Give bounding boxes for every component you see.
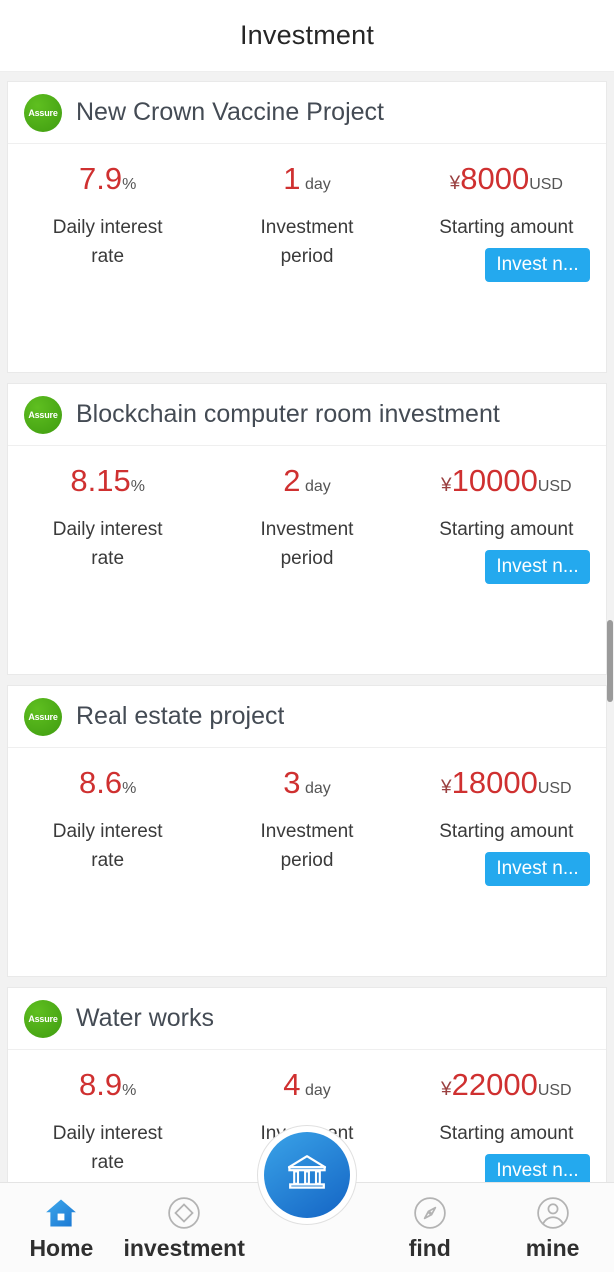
stat-period: 3 day Investment period	[207, 766, 406, 875]
invest-now-button[interactable]: Invest n...	[485, 248, 590, 282]
invest-now-button[interactable]: Invest n...	[485, 550, 590, 584]
stat-daily-rate: 8.6% Daily interest rate	[8, 766, 207, 875]
assure-badge-icon: Assure	[24, 94, 62, 132]
amount-label: Starting amount	[407, 818, 606, 847]
currency-code: USD	[538, 1082, 572, 1099]
project-card-header: Assure New Crown Vaccine Project	[8, 82, 606, 144]
stat-daily-rate: 8.9% Daily interest rate	[8, 1068, 207, 1177]
project-card-body: 8.6% Daily interest rate 3 day Investmen…	[8, 748, 606, 976]
day-unit: day	[305, 478, 331, 495]
period-number: 4	[283, 1067, 300, 1102]
stat-daily-rate: 7.9% Daily interest rate	[8, 162, 207, 271]
daily-rate-value: 8.6%	[8, 766, 207, 800]
daily-rate-number: 8.15	[70, 463, 130, 498]
bank-icon	[283, 1149, 331, 1202]
daily-rate-label: Daily interest rate	[8, 818, 207, 875]
invest-now-button[interactable]: Invest n...	[485, 852, 590, 886]
daily-rate-value: 8.15%	[8, 464, 207, 498]
scrollbar[interactable]	[606, 73, 614, 1168]
stat-daily-rate: 8.15% Daily interest rate	[8, 464, 207, 573]
percent-unit: %	[122, 780, 136, 797]
project-card[interactable]: Assure Real estate project 8.6% Daily in…	[7, 685, 607, 977]
amount-number: 10000	[452, 463, 538, 498]
currency-symbol: ¥	[441, 475, 452, 496]
nav-label-mine: mine	[526, 1235, 580, 1262]
currency-code: USD	[529, 176, 563, 193]
currency-symbol: ¥	[441, 1079, 452, 1100]
amount-label: Starting amount	[407, 1120, 606, 1149]
daily-rate-number: 7.9	[79, 161, 122, 196]
project-card-header: Assure Blockchain computer room investme…	[8, 384, 606, 446]
day-unit: day	[305, 176, 331, 193]
period-value: 4 day	[207, 1068, 406, 1102]
amount-value: ¥18000USD	[407, 766, 606, 800]
stat-period: 2 day Investment period	[207, 464, 406, 573]
diamond-circle-icon	[165, 1193, 203, 1233]
amount-value: ¥8000USD	[407, 162, 606, 196]
nav-label-home: Home	[29, 1235, 93, 1262]
day-unit: day	[305, 780, 331, 797]
daily-rate-label: Daily interest rate	[8, 1120, 207, 1177]
project-list[interactable]: Assure New Crown Vaccine Project 7.9% Da…	[0, 73, 614, 1272]
amount-value: ¥22000USD	[407, 1068, 606, 1102]
nav-item-find[interactable]: find	[368, 1193, 491, 1262]
compass-icon	[411, 1193, 449, 1233]
project-name: New Crown Vaccine Project	[76, 98, 384, 127]
project-card-body: 7.9% Daily interest rate 1 day Investmen…	[8, 144, 606, 372]
user-circle-icon	[534, 1193, 572, 1233]
stat-period: 1 day Investment period	[207, 162, 406, 271]
scrollbar-thumb[interactable]	[607, 620, 613, 702]
day-unit: day	[305, 1082, 331, 1099]
currency-code: USD	[538, 478, 572, 495]
project-card[interactable]: Assure New Crown Vaccine Project 7.9% Da…	[7, 81, 607, 373]
percent-unit: %	[122, 176, 136, 193]
period-value: 3 day	[207, 766, 406, 800]
project-card-header: Assure Water works	[8, 988, 606, 1050]
center-action-button-wrap	[256, 1124, 358, 1226]
period-label: Investment period	[207, 214, 406, 271]
page-title: Investment	[240, 20, 374, 51]
nav-item-investment[interactable]: investment	[123, 1193, 246, 1262]
nav-label-investment: investment	[123, 1235, 244, 1262]
daily-rate-value: 7.9%	[8, 162, 207, 196]
amount-number: 18000	[452, 765, 538, 800]
currency-symbol: ¥	[441, 777, 452, 798]
project-name: Real estate project	[76, 702, 284, 731]
period-value: 1 day	[207, 162, 406, 196]
period-number: 1	[283, 161, 300, 196]
daily-rate-value: 8.9%	[8, 1068, 207, 1102]
assure-badge-icon: Assure	[24, 698, 62, 736]
amount-label: Starting amount	[407, 214, 606, 243]
amount-value: ¥10000USD	[407, 464, 606, 498]
period-label: Investment period	[207, 516, 406, 573]
amount-label: Starting amount	[407, 516, 606, 545]
percent-unit: %	[122, 1082, 136, 1099]
amount-number: 8000	[460, 161, 529, 196]
assure-badge-icon: Assure	[24, 1000, 62, 1038]
nav-label-find: find	[409, 1235, 451, 1262]
daily-rate-label: Daily interest rate	[8, 516, 207, 573]
project-card-body: 8.15% Daily interest rate 2 day Investme…	[8, 446, 606, 674]
period-label: Investment period	[207, 818, 406, 875]
nav-item-home[interactable]: Home	[0, 1193, 123, 1262]
project-card-header: Assure Real estate project	[8, 686, 606, 748]
period-number: 3	[283, 765, 300, 800]
app-header: Investment	[0, 0, 614, 72]
period-number: 2	[283, 463, 300, 498]
daily-rate-number: 8.6	[79, 765, 122, 800]
percent-unit: %	[131, 478, 145, 495]
home-icon	[42, 1193, 80, 1233]
period-value: 2 day	[207, 464, 406, 498]
assure-badge-icon: Assure	[24, 396, 62, 434]
currency-symbol: ¥	[450, 173, 461, 194]
project-name: Blockchain computer room investment	[76, 400, 500, 429]
project-name: Water works	[76, 1004, 214, 1033]
project-card[interactable]: Assure Blockchain computer room investme…	[7, 383, 607, 675]
daily-rate-label: Daily interest rate	[8, 214, 207, 271]
amount-number: 22000	[452, 1067, 538, 1102]
currency-code: USD	[538, 780, 572, 797]
daily-rate-number: 8.9	[79, 1067, 122, 1102]
center-action-button[interactable]	[264, 1132, 350, 1218]
nav-item-mine[interactable]: mine	[491, 1193, 614, 1262]
